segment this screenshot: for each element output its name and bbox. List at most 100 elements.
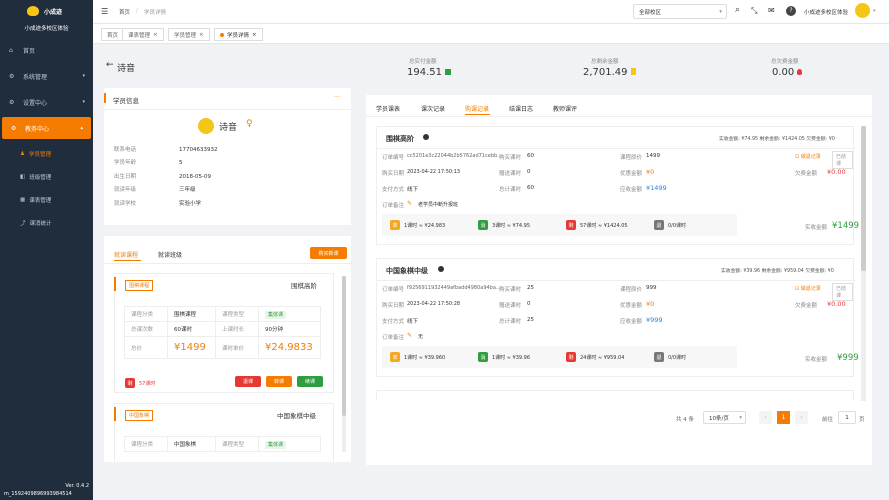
tab-schedule[interactable]: 课表管理 × (122, 28, 164, 41)
course-item: 中国象棋 中国象棋中级 课程分类 中国象棋 课程类型 集体课 (114, 403, 334, 462)
tab-schedule-records[interactable]: 学员课表 (376, 104, 400, 113)
tab-student-detail[interactable]: 学员详情 × (214, 28, 263, 41)
scrollbar[interactable] (861, 126, 866, 401)
info-icon[interactable] (438, 266, 444, 272)
course-tag: 围棋课程 (125, 280, 154, 291)
edit-icon[interactable]: ✎ (407, 200, 412, 207)
divider (377, 148, 855, 149)
refund-record-link[interactable]: ⊡ 做退记录 (795, 285, 821, 292)
received-amount: ¥999 (837, 353, 859, 363)
student-values: 17704633932 5 2018-05-09 三年级 实验小学 (179, 147, 218, 207)
refund-record-link[interactable]: ⊡ 做退记录 (795, 153, 821, 160)
next-page-button[interactable]: › (795, 411, 808, 424)
breadcrumb-home[interactable]: 首页 (119, 8, 130, 16)
received-amount: ¥1499 (832, 221, 860, 231)
stat-debt-label: 总欠费金额 (771, 59, 799, 65)
courses-card: 就读课程 就读班级 购买新课 围棋课程 围棋高阶 课程分类 围棋课程 课程类型 集体课… (104, 236, 351, 462)
accent-bar (114, 277, 116, 291)
back-arrow-icon[interactable]: ← (106, 60, 114, 70)
menu-toggle-icon[interactable]: ☰ (101, 7, 108, 16)
user-name: 小成迹多校区体验 (804, 10, 849, 16)
remain-hours: 剩 57课时 (125, 378, 155, 388)
sidebar: 小成迹 小成迹多校区体验 ⌂ 首页 ⚙ 系统管理 ▾ ⚙ 设置中心 ▾ ⚙ 教务中心 ▴ ♟ 学… (0, 0, 93, 500)
help-icon[interactable]: ? (786, 6, 796, 16)
goto-input[interactable]: 1 (838, 411, 856, 424)
submenu-classes[interactable]: ◧ 班级管理 (0, 165, 93, 188)
mail-icon[interactable]: ✉ (768, 6, 775, 15)
tab-classes[interactable]: 就读班级 (158, 250, 182, 259)
brand-name: 小成迹 (44, 9, 63, 16)
unit-icon: 单 (390, 220, 400, 230)
accent-bar (114, 407, 116, 421)
fullscreen-icon[interactable]: ⤡ (751, 6, 757, 16)
remain-icon: 剩 (566, 352, 576, 362)
page-title: 诗音 (117, 64, 136, 74)
menu-settings[interactable]: ⚙ 设置中心 ▾ (0, 91, 93, 113)
remain-icon: 剩 (566, 220, 576, 230)
search-icon[interactable]: ⌕ (735, 5, 740, 15)
chevron-down-icon: ▾ (82, 99, 85, 105)
tab-finish-log[interactable]: 结课日志 (509, 104, 533, 113)
top-bar: ☰ 首页 / 学员详情 全部校区 ▾ ⌕ ⤡ ✉ ? 小成迹多校区体验 ▾ (93, 0, 889, 24)
active-underline (465, 114, 490, 115)
close-icon[interactable]: × (252, 32, 257, 38)
breadcrumb-sep: / (136, 8, 138, 14)
close-icon[interactable]: × (153, 32, 158, 38)
prev-page-button[interactable]: ‹ (759, 411, 772, 424)
submenu-students[interactable]: ♟ 学员管理 (0, 142, 93, 165)
hours-strip: 单 1课时 ≈ ¥24.983 消 3课时 ≈ ¥74.95 剩 57课时 ≈ ¥14… (382, 214, 737, 236)
menu-home[interactable]: ⌂ 首页 (0, 39, 93, 61)
submenu-stats[interactable]: ⤴ 课消统计 (0, 211, 93, 234)
campus-select[interactable]: 全部校区 ▾ (633, 4, 727, 19)
menu-system[interactable]: ⚙ 系统管理 ▾ (0, 65, 93, 87)
divider (377, 280, 855, 281)
transfer-button[interactable]: 转课 (266, 376, 292, 387)
hours-strip: 单 1课时 ≈ ¥39.960 消 1课时 ≈ ¥39.96 剩 24课时 ≈ ¥95… (382, 346, 737, 368)
order-title: 中国象棋中级 (386, 267, 428, 275)
menu-academic[interactable]: ⚙ 教务中心 ▴ (2, 117, 91, 139)
more-icon[interactable]: ··· (334, 94, 340, 101)
buy-course-button[interactable]: 购买新课 (310, 247, 347, 259)
info-icon[interactable] (423, 134, 429, 140)
page-size-select[interactable]: 10条/页 ▾ (703, 411, 746, 424)
order-summary: 实收金额: ¥39.96 剩余金额: ¥959.04 欠费金额: ¥0 (721, 269, 834, 274)
order-card-partial (376, 390, 854, 400)
user-icon: ♟ (20, 150, 25, 157)
chevron-down-icon: ▾ (739, 414, 742, 421)
home-icon: ⌂ (9, 46, 13, 54)
tab-home[interactable]: 首页 (101, 28, 125, 41)
order-number: cc5201e3c22044b2b5762ad71cebb... (407, 153, 502, 159)
version-text: Ver. 0.4.2 (65, 483, 89, 489)
close-icon[interactable]: × (199, 32, 204, 38)
tab-lesson-records[interactable]: 课次记录 (421, 104, 445, 113)
tab-purchase-records[interactable]: 购课记录 (465, 104, 489, 113)
user-id-text: m_1592409896993984514 (4, 491, 72, 497)
card-title: 学员信息 (113, 97, 139, 105)
stat-remain-value: 2,701.49 (583, 67, 636, 78)
stat-paid-label: 总实付金额 (409, 59, 437, 65)
finished-tag: 已结课 (832, 283, 853, 301)
goto-unit: 页 (859, 417, 865, 423)
submenu-schedule[interactable]: ▦ 课表管理 (0, 188, 93, 211)
refund-button[interactable]: 退课 (235, 376, 261, 387)
stat-paid-value: 194.51 (407, 67, 451, 78)
tab-students[interactable]: 学员管理 × (168, 28, 210, 41)
tab-courses[interactable]: 就读课程 (114, 250, 138, 259)
order-summary: 实收金额: ¥74.95 剩余金额: ¥1424.05 欠费金额: ¥0 (719, 137, 835, 142)
refund-hours-icon: 退 (654, 220, 664, 230)
chevron-down-icon[interactable]: ▾ (873, 8, 876, 14)
order-card: 围棋高阶 实收金额: ¥74.95 剩余金额: ¥1424.05 欠费金额: ¥… (376, 126, 859, 245)
course-tag: 中国象棋 (125, 410, 154, 421)
edit-icon[interactable]: ✎ (407, 332, 412, 339)
page-1-button[interactable]: 1 (777, 411, 790, 424)
flag-icon (630, 68, 636, 75)
pager-total: 共 4 条 (676, 417, 694, 423)
avatar[interactable] (855, 3, 870, 18)
scrollbar[interactable] (342, 276, 346, 452)
divider (104, 263, 351, 264)
tab-teacher-review[interactable]: 教师课评 (553, 104, 577, 113)
student-info-card: 学员信息 ··· 诗音 ♀ 联系电话 学员年龄 出生日期 就读年级 就读学校 1… (104, 88, 351, 225)
tab-bar: 首页 课表管理 × 学员管理 × 学员详情 × (93, 24, 889, 44)
renew-button[interactable]: 续课 (297, 376, 323, 387)
order-card: 中国象棋中级 实收金额: ¥39.96 剩余金额: ¥959.04 欠费金额: … (376, 258, 859, 377)
